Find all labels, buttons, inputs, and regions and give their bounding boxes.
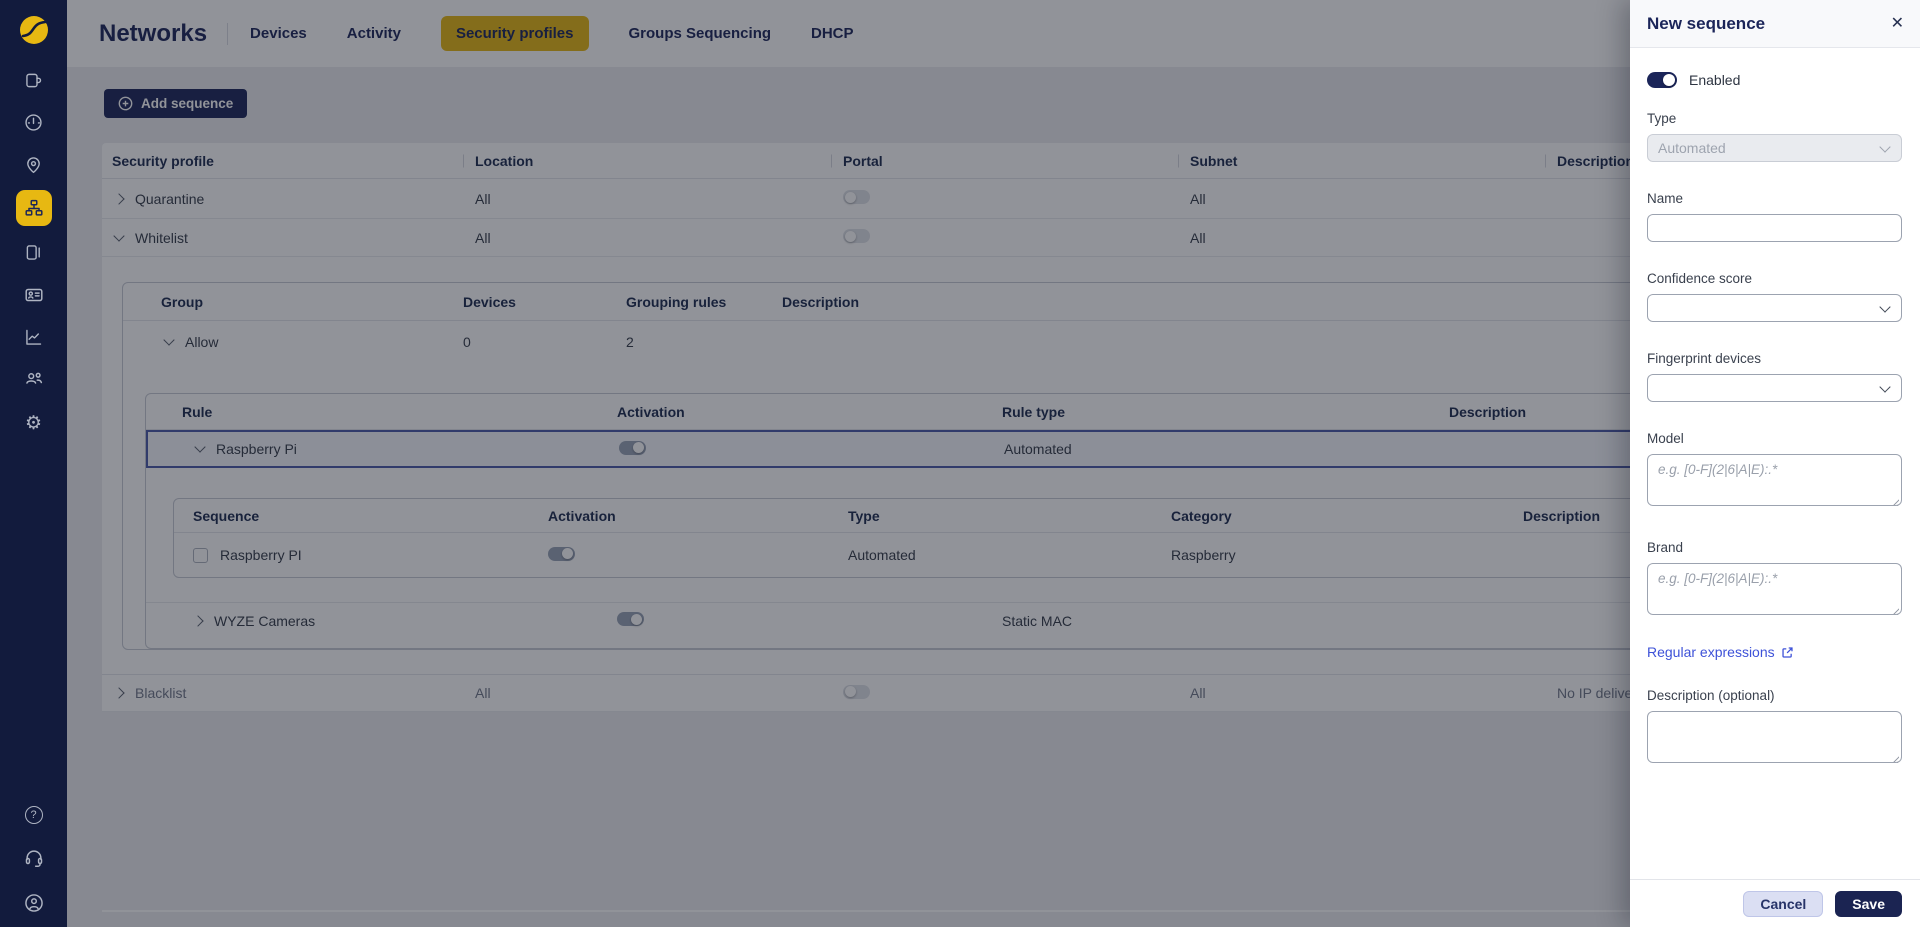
save-button[interactable]: Save [1835,891,1902,917]
chart-icon[interactable] [16,319,52,355]
mug-icon[interactable] [16,62,52,98]
type-label: Type [1647,111,1902,126]
app-logo[interactable] [16,12,52,48]
users-icon[interactable] [16,360,52,396]
model-label: Model [1647,431,1902,446]
chevron-down-icon [1879,381,1890,392]
confidence-score-select[interactable] [1647,294,1902,322]
cancel-button[interactable]: Cancel [1743,891,1823,917]
panel-body: Enabled Type Automated Name Confidence s… [1630,48,1920,879]
confidence-score-label: Confidence score [1647,271,1902,286]
sidebar: ⚙ ? [0,0,67,927]
fingerprint-devices-select[interactable] [1647,374,1902,402]
panel-footer: Cancel Save [1630,879,1920,927]
map-pin-icon[interactable] [16,146,52,182]
help-icon[interactable]: ? [16,797,52,833]
type-select[interactable]: Automated [1647,134,1902,162]
panel-header: New sequence ✕ [1630,0,1920,48]
panel-title: New sequence [1647,14,1891,34]
close-icon[interactable]: ✕ [1891,16,1904,32]
brand-label: Brand [1647,540,1902,555]
model-textarea[interactable] [1647,454,1902,506]
account-icon[interactable] [16,885,52,921]
gauge-icon[interactable] [16,104,52,140]
fingerprint-devices-label: Fingerprint devices [1647,351,1902,366]
chevron-down-icon [1879,141,1890,152]
enabled-toggle[interactable] [1647,72,1677,88]
id-card-icon[interactable] [16,277,52,313]
rooms-icon[interactable] [16,234,52,270]
brand-textarea[interactable] [1647,563,1902,615]
modal-backdrop[interactable] [67,0,1630,927]
chevron-down-icon [1879,301,1890,312]
name-label: Name [1647,191,1902,206]
external-link-icon [1781,646,1794,659]
enabled-label: Enabled [1689,72,1740,88]
description-textarea[interactable] [1647,711,1902,763]
network-icon[interactable] [16,190,52,226]
new-sequence-panel: New sequence ✕ Enabled Type Automated Na… [1630,0,1920,927]
headset-icon[interactable] [16,840,52,876]
name-input[interactable] [1647,214,1902,242]
regular-expressions-link[interactable]: Regular expressions [1647,644,1794,660]
description-label: Description (optional) [1647,688,1902,703]
gear-icon[interactable]: ⚙ [16,405,52,441]
